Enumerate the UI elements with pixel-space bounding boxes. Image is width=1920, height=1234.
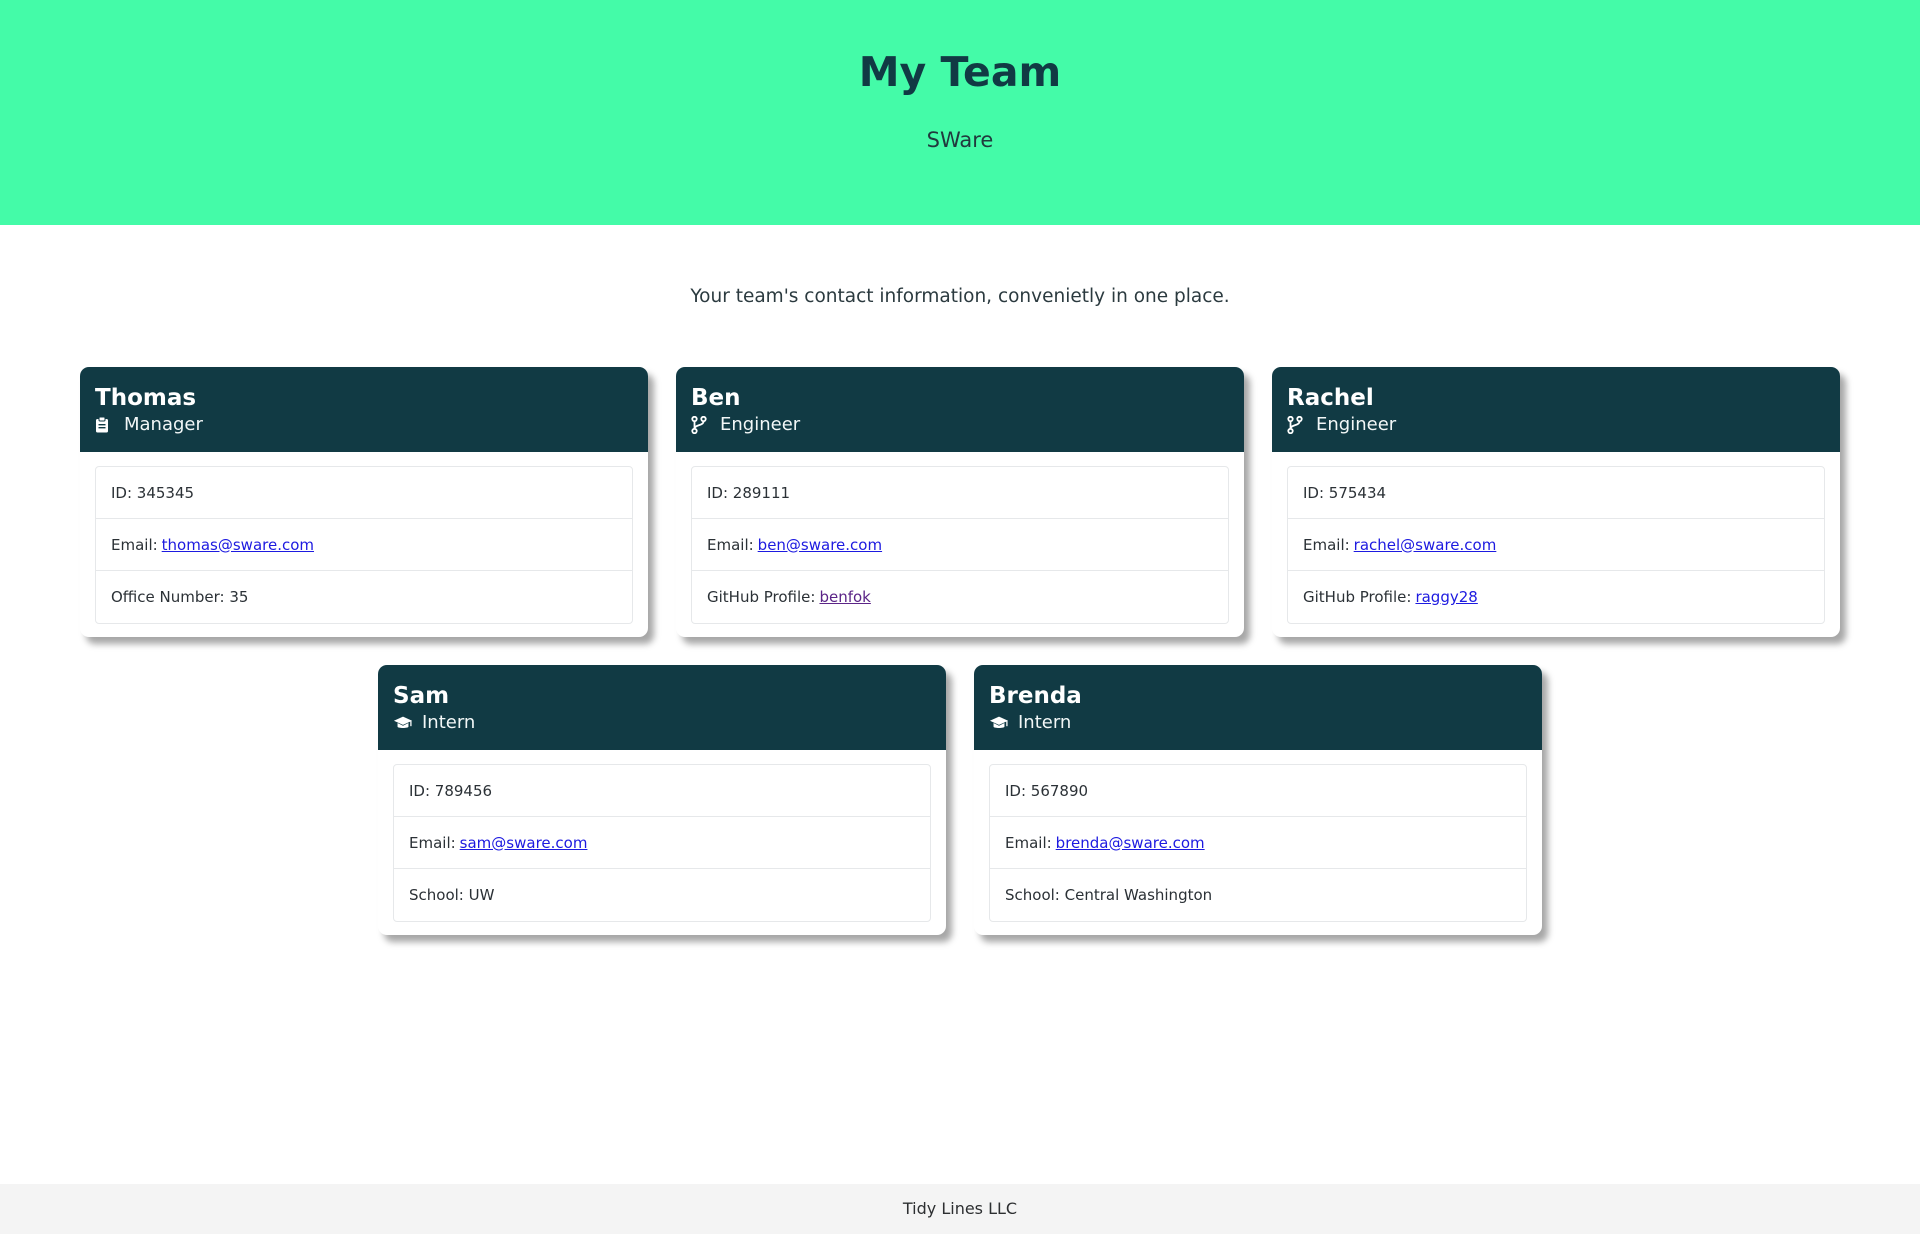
card-body: ID: 567890 Email: brenda@sware.com Schoo… (974, 750, 1542, 922)
graduation-cap-icon (393, 713, 413, 733)
email-link[interactable]: sam@sware.com (460, 834, 588, 852)
id-row: ID: 567890 (990, 765, 1526, 817)
github-label: GitHub Profile: (707, 588, 816, 606)
tagline: Your team's contact information, conveni… (690, 286, 1230, 307)
employee-card-sam: Sam Intern ID: 789456 Email: sam@sware.c… (378, 665, 946, 935)
info-list: ID: 567890 Email: brenda@sware.com Schoo… (989, 764, 1527, 922)
card-body: ID: 789456 Email: sam@sware.com School: … (378, 750, 946, 922)
office-number-row: Office Number: 35 (111, 588, 249, 606)
id-row: ID: 789456 (394, 765, 930, 817)
clipboard-icon (95, 415, 115, 435)
employee-card-thomas: Thomas Manager ID: 345345 Email: thomas@… (80, 367, 648, 637)
school-row: School: UW (409, 886, 495, 904)
card-body: ID: 345345 Email: thomas@sware.com Offic… (80, 452, 648, 624)
id-row: ID: 575434 (1288, 467, 1824, 519)
employee-name: Sam (393, 683, 450, 709)
role-label: Manager (124, 414, 203, 435)
email-link[interactable]: thomas@sware.com (162, 536, 314, 554)
email-link[interactable]: brenda@sware.com (1056, 834, 1205, 852)
page-footer: Tidy Lines LLC (0, 1184, 1920, 1234)
role-label: Intern (1018, 712, 1072, 733)
graduation-cap-icon (989, 713, 1009, 733)
card-header: Ben Engineer (676, 367, 1244, 452)
email-link[interactable]: rachel@sware.com (1354, 536, 1497, 554)
employee-name: Rachel (1287, 385, 1374, 411)
code-branch-icon (1287, 415, 1307, 435)
role-label: Intern (422, 712, 476, 733)
email-row: Email: rachel@sware.com (1288, 519, 1824, 571)
footer-text: Tidy Lines LLC (902, 1199, 1018, 1218)
card-header: Thomas Manager (80, 367, 648, 452)
email-row: Email: brenda@sware.com (990, 817, 1526, 869)
email-row: Email: ben@sware.com (692, 519, 1228, 571)
card-header: Sam Intern (378, 665, 946, 750)
employee-role: Engineer (1287, 414, 1825, 435)
info-list: ID: 789456 Email: sam@sware.com School: … (393, 764, 931, 922)
email-label: Email: (409, 833, 456, 852)
school-row: School: Central Washington (1005, 886, 1213, 904)
email-link[interactable]: ben@sware.com (758, 536, 882, 554)
role-label: Engineer (1316, 414, 1397, 435)
email-row: Email: thomas@sware.com (96, 519, 632, 571)
employee-name: Ben (691, 385, 741, 411)
github-link[interactable]: benfok (819, 588, 870, 606)
employee-role: Manager (95, 414, 633, 435)
page-title: My Team (858, 48, 1062, 96)
card-body: ID: 289111 Email: ben@sware.com GitHub P… (676, 452, 1244, 624)
role-label: Engineer (720, 414, 801, 435)
code-branch-icon (691, 415, 711, 435)
info-list: ID: 575434 Email: rachel@sware.com GitHu… (1287, 466, 1825, 624)
employee-name: Brenda (989, 683, 1082, 709)
id-row: ID: 345345 (96, 467, 632, 519)
github-link[interactable]: raggy28 (1415, 588, 1477, 606)
github-label: GitHub Profile: (1303, 588, 1412, 606)
company-name: SWare (926, 128, 994, 152)
employee-card-brenda: Brenda Intern ID: 567890 Email: brenda@s… (974, 665, 1542, 935)
github-row: GitHub Profile: raggy28 (1288, 571, 1824, 623)
email-label: Email: (111, 535, 158, 554)
employee-card-ben: Ben Engineer ID: 289111 Email: ben@sware… (676, 367, 1244, 637)
email-label: Email: (1005, 833, 1052, 852)
card-body: ID: 575434 Email: rachel@sware.com GitHu… (1272, 452, 1840, 624)
github-row: GitHub Profile: benfok (692, 571, 1228, 623)
info-list: ID: 345345 Email: thomas@sware.com Offic… (95, 466, 633, 624)
employee-card-rachel: Rachel Engineer ID: 575434 Email: rachel… (1272, 367, 1840, 637)
email-row: Email: sam@sware.com (394, 817, 930, 869)
card-header: Brenda Intern (974, 665, 1542, 750)
email-label: Email: (1303, 535, 1350, 554)
employee-name: Thomas (95, 385, 197, 411)
card-header: Rachel Engineer (1272, 367, 1840, 452)
employee-role: Intern (989, 712, 1527, 733)
employee-role: Engineer (691, 414, 1229, 435)
id-row: ID: 289111 (692, 467, 1228, 519)
page-header: My Team SWare (0, 0, 1920, 225)
employee-role: Intern (393, 712, 931, 733)
email-label: Email: (707, 535, 754, 554)
info-list: ID: 289111 Email: ben@sware.com GitHub P… (691, 466, 1229, 624)
